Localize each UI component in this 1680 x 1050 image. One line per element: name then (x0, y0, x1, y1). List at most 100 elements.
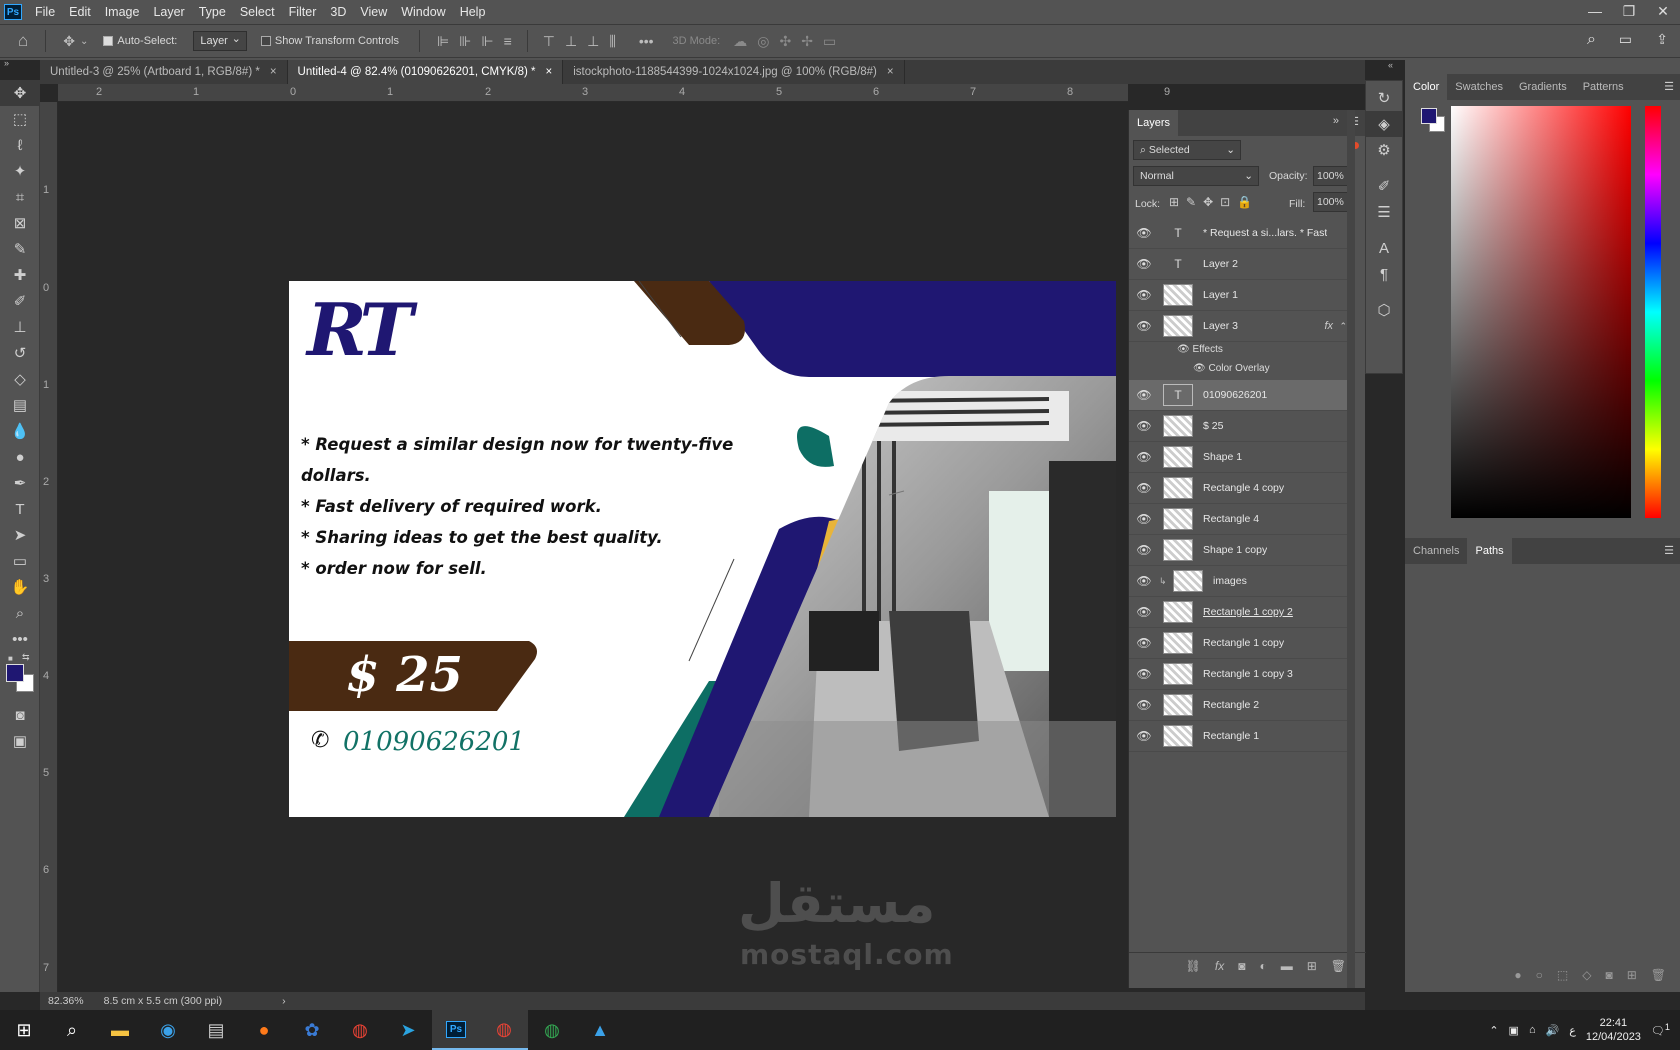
clone-stamp-icon[interactable]: ⊥ (0, 314, 40, 340)
hand-tool-icon[interactable]: ✋ (0, 574, 40, 600)
layer-row[interactable]: 👁 Shape 1 (1129, 442, 1349, 473)
language-indicator[interactable]: ع (1569, 1024, 1576, 1037)
visibility-eye-icon[interactable]: 👁 (1129, 605, 1159, 619)
visibility-eye-icon[interactable]: 👁 (1129, 481, 1159, 495)
menu-view[interactable]: View (353, 0, 394, 24)
collapse-panel-icon[interactable]: » (1333, 115, 1339, 127)
layer-row[interactable]: 👁 Rectangle 1 copy 2 (1129, 597, 1349, 628)
color-swatches[interactable]: ■ ⇆ (0, 652, 39, 702)
layers-scrollbar[interactable] (1347, 110, 1355, 988)
chrome-profile-2-icon[interactable]: ◍ (528, 1010, 576, 1050)
davinci-icon[interactable]: ✿ (288, 1010, 336, 1050)
layers-tab[interactable]: Layers (1129, 110, 1179, 136)
layer-row[interactable]: 👁 Rectangle 4 (1129, 504, 1349, 535)
add-mask-icon[interactable]: ◙ (1238, 959, 1245, 973)
expand-effects-icon[interactable]: ⌃ (1339, 321, 1347, 332)
add-mask-icon[interactable]: ◙ (1605, 968, 1612, 982)
visibility-eye-icon[interactable]: 👁 (1129, 288, 1159, 302)
chevron-down-icon[interactable]: ⌄ (80, 36, 88, 47)
swap-colors-icon[interactable]: ⇆ (22, 652, 30, 663)
menu-select[interactable]: Select (233, 0, 282, 24)
adjustment-layer-icon[interactable]: ◐ (1259, 959, 1266, 973)
tab-gradients[interactable]: Gradients (1511, 74, 1575, 100)
add-style-icon[interactable]: fx (1215, 959, 1224, 973)
photos-icon[interactable]: ▲ (576, 1010, 624, 1050)
home-icon[interactable]: ⌂ (18, 31, 28, 51)
network-icon[interactable]: ⌂ (1529, 1024, 1536, 1036)
healing-brush-icon[interactable]: ✚ (0, 262, 40, 288)
visibility-eye-icon[interactable]: 👁 (1129, 419, 1159, 433)
marquee-tool-icon[interactable]: ⬚ (0, 106, 40, 132)
quick-mask-icon[interactable]: ◙ (0, 702, 40, 728)
rectangle-tool-icon[interactable]: ▭ (0, 548, 40, 574)
collapse-dock-icon[interactable]: « (1388, 60, 1393, 70)
new-layer-icon[interactable]: ⊞ (1307, 959, 1317, 973)
layer-row[interactable]: 👁 Rectangle 1 copy (1129, 628, 1349, 659)
layer-row[interactable]: 👁 Rectangle 4 copy (1129, 473, 1349, 504)
visibility-eye-icon[interactable]: 👁 (1129, 574, 1159, 588)
layer-row[interactable]: 👁 $ 25 (1129, 411, 1349, 442)
photoshop-taskbar-icon[interactable]: Ps (432, 1010, 480, 1050)
menu-help[interactable]: Help (453, 0, 493, 24)
lock-icons[interactable]: ⊞✎✥⊡🔒 (1169, 195, 1259, 209)
app-icon[interactable]: ▤ (192, 1010, 240, 1050)
visibility-eye-icon[interactable]: 👁 (1129, 729, 1159, 743)
tab-untitled-3[interactable]: Untitled-3 @ 25% (Artboard 1, RGB/8#) * × (40, 60, 288, 84)
menu-image[interactable]: Image (98, 0, 147, 24)
chrome-profile-icon[interactable]: ◍ (480, 1010, 528, 1050)
align-left-icon[interactable]: ⊫ (437, 33, 449, 50)
document-canvas[interactable]: RT * Request a similar design now for tw… (289, 281, 1116, 817)
path-select-icon[interactable]: ➤ (0, 522, 40, 548)
windows-start-icon[interactable]: ⊞ (0, 1010, 48, 1050)
new-path-icon[interactable]: ⊞ (1627, 968, 1637, 982)
auto-select-dropdown[interactable]: Layer (193, 31, 247, 51)
tray-app-icon[interactable]: ▣ (1509, 1024, 1519, 1037)
visibility-eye-icon[interactable]: 👁 (1193, 363, 1208, 374)
gradient-tool-icon[interactable]: ▤ (0, 392, 40, 418)
new-group-icon[interactable]: ▬ (1281, 959, 1293, 973)
pen-tool-icon[interactable]: ✒ (0, 470, 40, 496)
blend-mode-dropdown[interactable]: Normal ⌄ (1133, 166, 1259, 186)
notifications-icon[interactable]: 🗨1 (1651, 1022, 1670, 1038)
clock[interactable]: 22:41 12/04/2023 (1586, 1016, 1641, 1044)
telegram-icon[interactable]: ➤ (384, 1010, 432, 1050)
chevron-right-icon[interactable]: › (282, 995, 286, 1007)
layer-row[interactable]: 👁 Rectangle 2 (1129, 690, 1349, 721)
visibility-eye-icon[interactable]: 👁 (1129, 319, 1159, 333)
align-middle-icon[interactable]: ⊥ (565, 33, 577, 50)
foreground-color-swatch[interactable] (6, 664, 24, 682)
visibility-eye-icon[interactable]: 👁 (1129, 226, 1159, 240)
eraser-icon[interactable]: ◇ (0, 366, 40, 392)
fill-input[interactable]: 100% (1313, 192, 1349, 212)
search-icon[interactable]: ⌕ (48, 1010, 96, 1050)
delete-layer-icon[interactable]: 🗑 (1331, 959, 1346, 973)
stroke-path-icon[interactable]: ○ (1536, 968, 1543, 982)
distribute-icon[interactable]: ≡ (504, 33, 512, 49)
canvas-area[interactable]: RT * Request a similar design now for tw… (58, 102, 1128, 992)
tab-swatches[interactable]: Swatches (1447, 74, 1511, 100)
eyedropper-icon[interactable]: ✎ (0, 236, 40, 262)
load-selection-icon[interactable]: ⬚ (1557, 968, 1568, 982)
delete-path-icon[interactable]: 🗑 (1651, 968, 1666, 982)
visibility-eye-icon[interactable]: 👁 (1129, 450, 1159, 464)
adjustments-panel-icon[interactable]: ☰ (1366, 199, 1402, 225)
file-explorer-icon[interactable]: ▬ (96, 1010, 144, 1050)
dodge-tool-icon[interactable]: ● (0, 444, 40, 470)
menu-edit[interactable]: Edit (62, 0, 98, 24)
menu-layer[interactable]: Layer (146, 0, 191, 24)
frame-tool-icon[interactable]: ⊠ (0, 210, 40, 236)
visibility-eye-icon[interactable]: 👁 (1129, 636, 1159, 650)
menu-type[interactable]: Type (192, 0, 233, 24)
visibility-eye-icon[interactable]: 👁 (1129, 543, 1159, 557)
close-icon[interactable]: × (546, 60, 553, 84)
more-options-icon[interactable]: ••• (639, 33, 654, 49)
layers-panel-icon[interactable]: ◈ (1366, 111, 1402, 137)
menu-window[interactable]: Window (394, 0, 452, 24)
layer-filter-dropdown[interactable]: ⌕ Selected ⌄ (1133, 140, 1241, 160)
opacity-input[interactable]: 100% (1313, 166, 1349, 186)
close-icon[interactable]: × (270, 60, 277, 84)
paragraph-panel-icon[interactable]: ¶ (1366, 261, 1402, 287)
brush-tool-icon[interactable]: ✐ (0, 288, 40, 314)
layer-row[interactable]: 👁 Layer 1 (1129, 280, 1349, 311)
zoom-tool-icon[interactable]: ⌕ (0, 600, 40, 626)
